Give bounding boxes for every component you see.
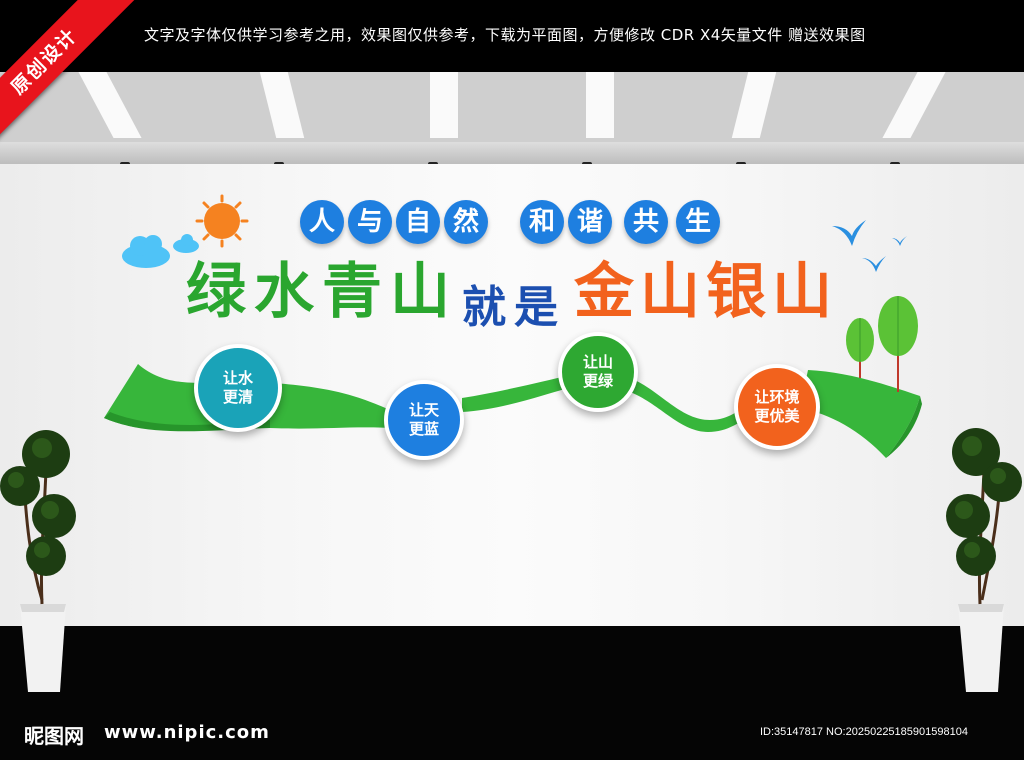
disc-environment: 让环境 更优美	[734, 364, 820, 450]
disc-water: 让水 更清	[194, 344, 282, 432]
slogan-char: 青	[322, 257, 382, 327]
disc-mountain: 让山 更绿	[558, 332, 638, 412]
slogan-char: 金	[574, 257, 634, 327]
poster-canvas: 文字及字体仅供学习参考之用，效果图仅供参考，下载为平面图，方便修改 CDR X4…	[0, 0, 1024, 760]
disc-line: 让水	[222, 369, 253, 387]
title-char: 人	[300, 200, 344, 244]
title-char: 自	[396, 200, 440, 244]
slogan-char: 银	[706, 257, 766, 327]
slogan-char: 山	[772, 257, 832, 327]
disc-line: 更清	[222, 388, 253, 406]
slogan-char: 绿	[186, 257, 246, 327]
title-char: 谐	[568, 200, 612, 244]
disc-line: 让天	[408, 401, 439, 419]
slogan-char: 山	[640, 257, 700, 327]
disc-line: 让环境	[754, 388, 800, 406]
title-char: 和	[520, 200, 564, 244]
slogan-char: 是	[514, 282, 558, 333]
sun-icon	[195, 194, 249, 248]
birds-icon	[832, 220, 907, 272]
disc-line: 更绿	[582, 372, 613, 390]
corner-badge: 原创设计	[0, 0, 160, 160]
potted-plant-left	[0, 430, 76, 692]
title-char: 与	[348, 200, 392, 244]
disc-line: 更优美	[754, 407, 800, 425]
slogan-char: 就	[462, 282, 506, 333]
slogan-char: 山	[390, 257, 450, 327]
title-char: 然	[444, 200, 488, 244]
title-char: 生	[676, 200, 720, 244]
disc-sky: 让天 更蓝	[384, 380, 464, 460]
disc-line: 更蓝	[408, 420, 439, 438]
title-char: 共	[624, 200, 668, 244]
corner-ribbon: 原创设计	[0, 0, 140, 150]
footer-id: ID:35147817 NO:20250225185901598104	[760, 726, 968, 738]
disc-line: 让山	[582, 353, 613, 371]
slogan-char: 水	[254, 257, 314, 327]
footer-logo: 昵图网	[24, 724, 84, 748]
corner-label: 原创设计	[6, 24, 82, 100]
footer-url: www.nipic.com	[104, 722, 270, 743]
potted-plant-right	[946, 428, 1022, 692]
